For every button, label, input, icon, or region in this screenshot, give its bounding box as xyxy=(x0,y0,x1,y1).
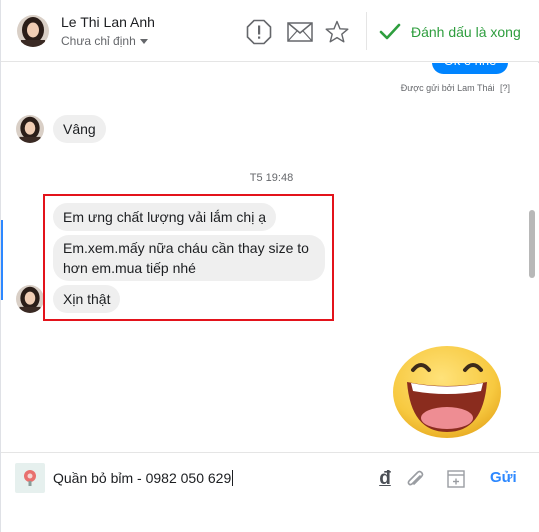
contact-avatar-small xyxy=(16,285,44,313)
assign-dropdown[interactable]: Chưa chỉ định xyxy=(61,34,148,48)
message-composer: Quần bỏ bỉm - 0982 050 629 đ Gửi xyxy=(1,452,539,532)
currency-symbol: đ xyxy=(379,468,391,489)
scrollbar-thumb[interactable] xyxy=(529,210,535,278)
message-input-value: Quần bỏ bỉm - 0982 050 629 xyxy=(53,470,232,486)
message-input[interactable]: Quần bỏ bỉm - 0982 050 629 xyxy=(53,470,353,486)
mark-done-button[interactable]: Đánh dấu là xong xyxy=(379,20,521,44)
paperclip-icon[interactable] xyxy=(404,468,426,490)
assign-label: Chưa chỉ định xyxy=(61,34,136,48)
send-button[interactable]: Gửi xyxy=(490,469,517,486)
conversation-header: Le Thi Lan Anh Chưa chỉ định Đánh dấu là… xyxy=(1,0,539,62)
selection-indicator xyxy=(1,220,3,300)
contact-avatar[interactable] xyxy=(17,15,49,47)
alert-icon[interactable] xyxy=(246,19,272,45)
contact-name: Le Thi Lan Anh xyxy=(61,14,155,30)
contact-avatar-small xyxy=(16,115,44,143)
mail-icon[interactable] xyxy=(286,19,314,45)
template-icon[interactable] xyxy=(446,468,466,490)
laughing-face-sticker xyxy=(391,340,503,445)
sent-by-help[interactable]: [?] xyxy=(500,83,510,93)
star-icon[interactable] xyxy=(324,19,350,45)
sent-message-bubble: Ok e nhe xyxy=(432,63,508,74)
product-thumbnail[interactable] xyxy=(15,463,45,493)
message-timestamp: T5 19:48 xyxy=(249,172,294,184)
check-icon xyxy=(379,23,401,40)
sent-by-text: Được gửi bởi Lam Thái xyxy=(400,83,495,93)
highlight-box xyxy=(43,194,334,321)
currency-icon[interactable]: đ xyxy=(375,468,395,490)
text-cursor xyxy=(232,470,234,486)
inbox-conversation-panel: Le Thi Lan Anh Chưa chỉ định Đánh dấu là… xyxy=(0,0,539,532)
received-message-bubble: Vâng xyxy=(53,115,106,143)
header-divider xyxy=(366,12,367,50)
chevron-down-icon xyxy=(139,39,148,44)
mark-done-label: Đánh dấu là xong xyxy=(411,24,521,40)
sent-by-label: Được gửi bởi Lam Thái [?] xyxy=(401,83,510,93)
message-list[interactable]: Ok e nhe Được gửi bởi Lam Thái [?] Vâng … xyxy=(1,63,539,452)
